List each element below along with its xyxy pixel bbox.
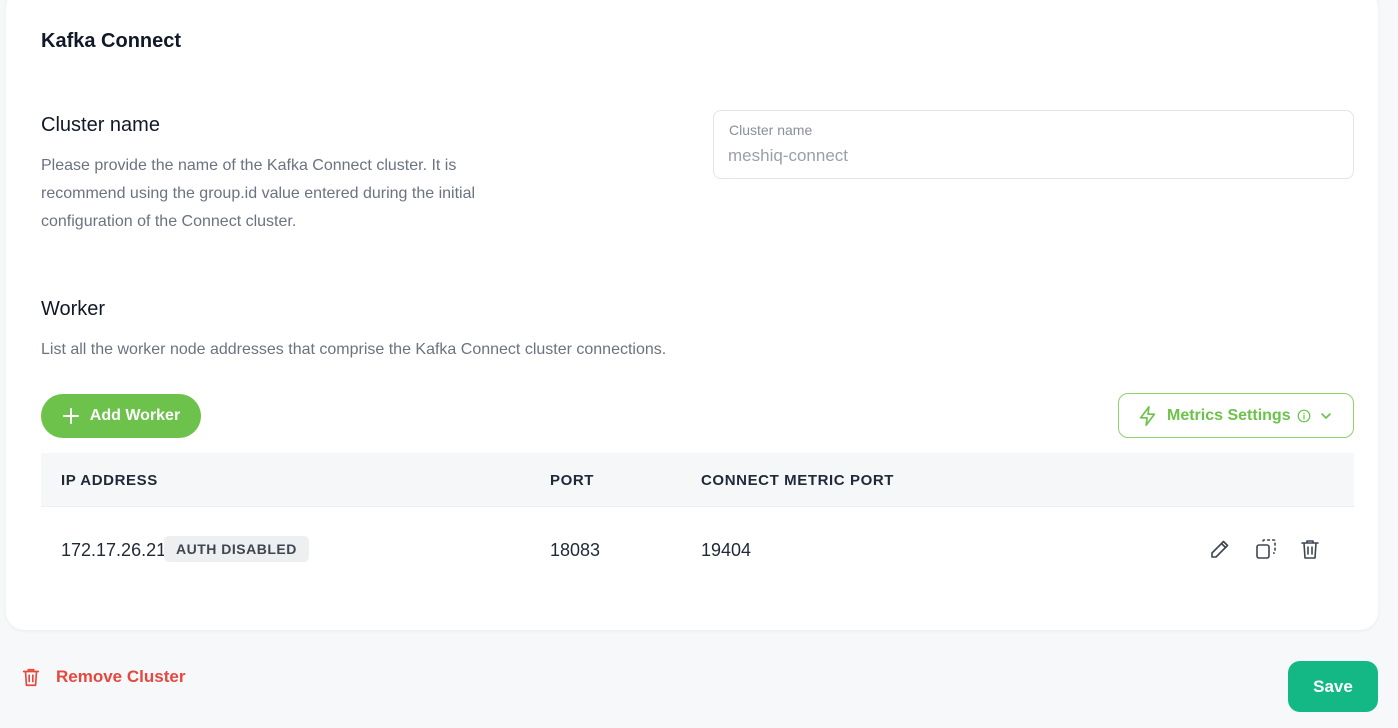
- cluster-name-field-label: Cluster name: [729, 122, 813, 138]
- card-title: Kafka Connect: [41, 30, 182, 52]
- copy-icon[interactable]: [1254, 537, 1278, 561]
- cluster-description-line-1: Please provide the name of the Kafka Con…: [41, 157, 457, 174]
- cluster-name-description: Please provide the name of the Kafka Con…: [41, 152, 601, 236]
- column-header-connect-metric-port: CONNECT METRIC PORT: [701, 472, 895, 489]
- bolt-icon: [1137, 405, 1159, 427]
- table-row: 172.17.26.21 AUTH DISABLED 18083 19404: [41, 508, 1354, 592]
- info-icon: [1297, 409, 1311, 423]
- worker-port: 18083: [550, 540, 601, 560]
- column-header-ip-address: IP ADDRESS: [61, 472, 158, 489]
- worker-ip-address: 172.17.26.21: [61, 540, 167, 560]
- cluster-name-input[interactable]: [728, 144, 1328, 168]
- worker-heading: Worker: [41, 298, 106, 320]
- kafka-connect-card: Kafka Connect Cluster name Please provid…: [6, 0, 1378, 630]
- cluster-description-line-2: recommend using the group.id value enter…: [41, 185, 476, 202]
- pencil-icon[interactable]: [1208, 537, 1232, 561]
- trash-icon[interactable]: [1298, 537, 1322, 561]
- remove-cluster-label: Remove Cluster: [56, 667, 186, 686]
- auth-status-badge: AUTH DISABLED: [164, 536, 309, 562]
- cluster-name-heading: Cluster name: [41, 114, 160, 136]
- save-button[interactable]: Save: [1288, 661, 1378, 712]
- chevron-down-icon: [1319, 409, 1333, 423]
- worker-description: List all the worker node addresses that …: [41, 341, 667, 358]
- metrics-settings-label: Metrics Settings: [1167, 406, 1291, 424]
- plus-icon: [62, 407, 80, 425]
- remove-cluster-link[interactable]: Remove Cluster: [20, 664, 185, 690]
- add-worker-button[interactable]: Add Worker: [41, 394, 201, 438]
- metrics-settings-button[interactable]: Metrics Settings: [1118, 393, 1354, 438]
- workers-table-header: IP ADDRESS PORT CONNECT METRIC PORT: [41, 453, 1354, 507]
- worker-metric-port: 19404: [701, 540, 752, 560]
- add-worker-label: Add Worker: [89, 407, 181, 424]
- cluster-description-line-3: configuration of the Connect cluster.: [41, 213, 297, 230]
- cluster-name-field[interactable]: Cluster name: [713, 110, 1354, 179]
- trash-icon: [20, 666, 42, 688]
- column-header-port: PORT: [550, 472, 595, 489]
